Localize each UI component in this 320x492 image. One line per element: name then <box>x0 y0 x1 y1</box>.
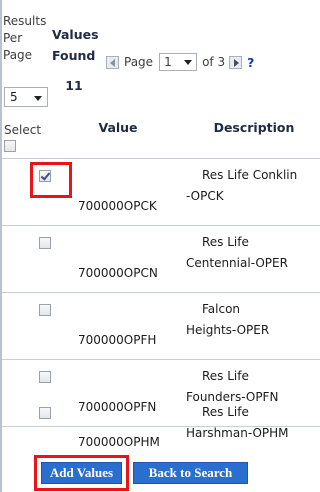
row-select-checkbox[interactable] <box>39 304 51 316</box>
table-row: 700000OPFH Falcon Heights-OPER <box>2 293 320 360</box>
back-to-search-button[interactable]: Back to Search <box>133 462 248 484</box>
column-header-select: Select <box>4 123 42 137</box>
checkbox-icon <box>39 304 51 316</box>
row-description: Res Life Centennial-OPER <box>186 232 320 274</box>
column-header-value: Value <box>98 120 138 135</box>
row-description-line1: Res Life <box>202 235 249 249</box>
page-label: Page <box>124 55 154 69</box>
row-value: 700000OPCN <box>78 266 158 280</box>
table-row: 700000OPCK Res Life Conklin -OPCK <box>2 159 320 226</box>
help-link[interactable]: ? <box>247 55 254 70</box>
row-value: 700000OPCK <box>78 199 157 213</box>
table-row: 700000OPHM Res Life Harshman-OPHM <box>2 400 320 458</box>
pagination-controls: Page 1 of 3 ? <box>106 53 254 71</box>
results-per-page-select[interactable]: 5 <box>4 87 48 107</box>
value-lookup-panel: Results Per Page 5 Values Found 11 Page … <box>0 0 320 492</box>
row-description-line1: Res Life Conklin <box>202 168 298 182</box>
row-description-line1: Res Life <box>202 369 249 383</box>
row-description: Res Life Harshman-OPHM <box>186 402 320 444</box>
row-description-line2: Heights-OPER <box>186 323 270 337</box>
row-description: Res Life Conklin -OPCK <box>186 165 320 207</box>
next-page-button[interactable] <box>229 55 243 69</box>
row-description-line2: Harshman-OPHM <box>186 426 289 440</box>
page-number-select[interactable]: 1 <box>159 53 198 71</box>
chevron-down-icon <box>184 60 193 65</box>
page-number-value: 1 <box>164 55 172 69</box>
checkbox-icon <box>39 170 51 182</box>
row-value: 700000OPFH <box>78 333 157 347</box>
row-description-line1: Falcon <box>202 302 241 316</box>
add-values-button[interactable]: Add Values <box>41 462 122 484</box>
values-found-label: Values Found <box>52 27 99 63</box>
page-count-label: of 3 <box>202 55 226 69</box>
row-description-line1: Res Life <box>202 405 249 419</box>
prev-page-button[interactable] <box>106 55 119 69</box>
row-description-line2: Centennial-OPER <box>186 256 288 270</box>
prev-page-arrow-icon <box>110 58 115 67</box>
checkbox-icon <box>39 237 51 249</box>
next-page-arrow-icon <box>234 58 240 67</box>
column-header-description: Description <box>213 120 295 135</box>
checkbox-icon <box>39 371 51 383</box>
table-row: 700000OPCN Res Life Centennial-OPER <box>2 226 320 293</box>
chevron-down-icon <box>34 96 42 101</box>
row-value: 700000OPHM <box>78 435 160 449</box>
results-per-page-label: Results Per Page <box>3 14 47 62</box>
select-all-checkbox[interactable] <box>4 140 16 152</box>
values-found-count: 11 <box>65 78 83 93</box>
row-select-checkbox[interactable] <box>39 237 51 249</box>
row-select-checkbox[interactable] <box>39 371 51 383</box>
row-select-checkbox[interactable] <box>39 407 51 419</box>
results-per-page-value: 5 <box>10 90 18 104</box>
checkbox-icon <box>39 407 51 419</box>
row-select-checkbox[interactable] <box>39 170 51 182</box>
row-description-line2: -OPCK <box>186 189 224 203</box>
checkbox-icon <box>4 140 16 152</box>
row-description: Falcon Heights-OPER <box>186 299 320 341</box>
